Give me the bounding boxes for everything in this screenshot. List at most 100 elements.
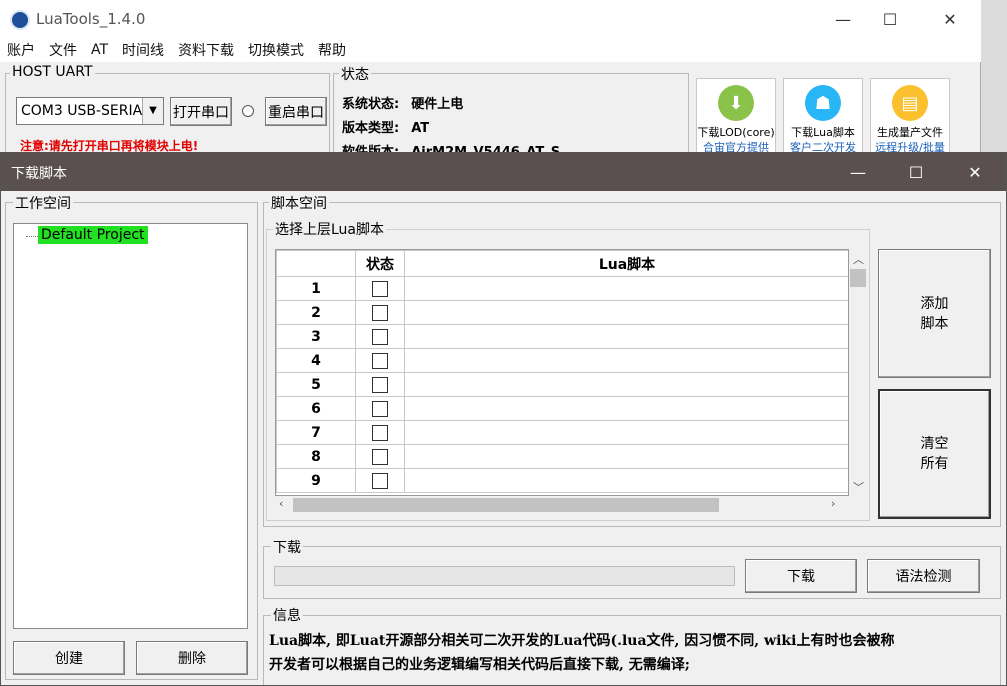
open-port-button[interactable]: 打开串口 — [170, 97, 232, 126]
status-label: 状态 — [339, 64, 371, 84]
restart-port-button[interactable]: 重启串口 — [265, 97, 327, 126]
script-grid[interactable]: 状态 Lua脚本 123456789 — [275, 249, 849, 496]
download-lua-button[interactable]: ☗ 下载Lua脚本 客户二次开发 — [783, 78, 863, 154]
download-arrow-icon: ⬇ — [718, 85, 754, 121]
row-status-cell — [355, 324, 405, 349]
table-row[interactable]: 6 — [276, 396, 848, 421]
download-lod-button[interactable]: ⬇ 下载LOD(core) 合宙官方提供 — [696, 78, 776, 154]
minimize-icon[interactable]: — — [820, 0, 866, 38]
status-key: 版本类型: — [342, 121, 400, 136]
row-script-cell[interactable] — [404, 300, 848, 325]
create-button[interactable]: 创建 — [13, 641, 125, 675]
menu-account[interactable]: 账户 — [0, 40, 42, 60]
row-number: 4 — [276, 348, 356, 373]
menu-timeline[interactable]: 时间线 — [115, 40, 171, 60]
info-text: Lua脚本, 即Luat开源部分相关可二次开发的Lua代码(.lua文件, 因习… — [269, 629, 997, 677]
scroll-down-icon[interactable]: ﹀ — [853, 479, 864, 495]
download-label: 下载 — [271, 537, 303, 557]
row-number: 9 — [276, 468, 356, 493]
table-row[interactable]: 2 — [276, 300, 848, 325]
horizontal-scroll-thumb[interactable] — [293, 498, 719, 512]
info-line-1: Lua脚本, 即Luat开源部分相关可二次开发的Lua代码(.lua文件, 因习… — [269, 633, 895, 649]
row-checkbox[interactable] — [372, 376, 388, 393]
row-checkbox[interactable] — [372, 400, 388, 417]
menu-at[interactable]: AT — [84, 42, 115, 58]
generate-production-button[interactable]: ▤ 生成量产文件 远程升级/批量 — [870, 78, 950, 154]
person-icon: ☗ — [805, 85, 841, 121]
menu-switch-mode[interactable]: 切换模式 — [241, 40, 311, 60]
vertical-scroll-thumb[interactable] — [850, 269, 866, 287]
horizontal-scrollbar[interactable]: ‹ › — [275, 496, 849, 513]
row-number: 3 — [276, 324, 356, 349]
row-checkbox[interactable] — [372, 352, 388, 369]
chevron-down-icon[interactable]: ▼ — [142, 98, 163, 124]
row-checkbox[interactable] — [372, 424, 388, 441]
row-script-cell[interactable] — [404, 396, 848, 421]
vertical-scrollbar[interactable]: ︿ ﹀ — [849, 249, 866, 496]
dialog-close-icon[interactable]: ✕ — [952, 153, 998, 191]
status-value: AT — [411, 121, 430, 136]
delete-button[interactable]: 删除 — [136, 641, 248, 675]
table-row[interactable]: 1 — [276, 276, 848, 301]
scroll-up-icon[interactable]: ︿ — [853, 251, 864, 267]
row-number: 7 — [276, 420, 356, 445]
syntax-check-button[interactable]: 语法检测 — [867, 559, 980, 593]
row-checkbox[interactable] — [372, 304, 388, 321]
download-button[interactable]: 下载 — [745, 559, 857, 593]
workspace-label: 工作空间 — [13, 193, 73, 213]
row-number: 5 — [276, 372, 356, 397]
table-row[interactable]: 8 — [276, 444, 848, 469]
row-checkbox[interactable] — [372, 280, 388, 297]
row-script-cell[interactable] — [404, 372, 848, 397]
column-header-script[interactable]: Lua脚本 — [404, 250, 848, 277]
dialog-maximize-icon[interactable]: ☐ — [893, 153, 939, 191]
menu-help[interactable]: 帮助 — [311, 40, 353, 60]
scroll-left-icon[interactable]: ‹ — [279, 497, 283, 510]
maximize-icon[interactable]: ☐ — [867, 0, 913, 38]
serial-port-select[interactable]: COM3 USB-SERIA ▼ — [16, 97, 164, 125]
row-checkbox[interactable] — [372, 448, 388, 465]
tree-node-project[interactable]: Default Project — [38, 226, 148, 244]
row-status-cell — [355, 372, 405, 397]
row-script-cell[interactable] — [404, 276, 848, 301]
table-row[interactable]: 9 — [276, 468, 848, 493]
dialog-minimize-icon[interactable]: — — [835, 153, 881, 191]
add-script-button[interactable]: 添加 脚本 — [878, 249, 991, 378]
menu-downloads[interactable]: 资料下载 — [171, 40, 241, 60]
row-checkbox[interactable] — [372, 328, 388, 345]
scroll-right-icon[interactable]: › — [831, 497, 835, 510]
table-row[interactable]: 4 — [276, 348, 848, 373]
row-checkbox[interactable] — [372, 472, 388, 489]
row-status-cell — [355, 468, 405, 493]
status-row-version-type: 版本类型: AT — [342, 117, 429, 136]
tool-label: 生成量产文件 — [877, 126, 943, 139]
menu-file[interactable]: 文件 — [42, 40, 84, 60]
table-row[interactable]: 7 — [276, 420, 848, 445]
row-number: 1 — [276, 276, 356, 301]
port-radio[interactable] — [242, 105, 254, 117]
row-status-cell — [355, 300, 405, 325]
row-status-cell — [355, 444, 405, 469]
table-row[interactable]: 3 — [276, 324, 848, 349]
table-row[interactable]: 5 — [276, 372, 848, 397]
status-key: 系统状态: — [342, 97, 400, 112]
row-script-cell[interactable] — [404, 348, 848, 373]
main-window: LuaTools_1.4.0 — ☐ ✕ 账户 文件 AT 时间线 资料下载 切… — [0, 0, 981, 160]
close-icon[interactable]: ✕ — [927, 0, 973, 38]
app-logo-icon — [10, 10, 30, 30]
row-script-cell[interactable] — [404, 324, 848, 349]
menu-bar: 账户 文件 AT 时间线 资料下载 切换模式 帮助 — [0, 38, 981, 62]
row-number: 6 — [276, 396, 356, 421]
clear-all-button[interactable]: 清空 所有 — [878, 389, 991, 519]
project-tree[interactable]: Default Project — [13, 223, 248, 629]
tree-connector — [26, 236, 38, 237]
tool-label: 下载LOD(core) — [697, 126, 775, 139]
row-script-cell[interactable] — [404, 444, 848, 469]
column-header-status[interactable]: 状态 — [355, 250, 405, 277]
main-title-bar: LuaTools_1.4.0 — ☐ ✕ — [0, 0, 981, 38]
row-script-cell[interactable] — [404, 468, 848, 493]
row-number: 8 — [276, 444, 356, 469]
row-script-cell[interactable] — [404, 420, 848, 445]
status-value: 硬件上电 — [411, 97, 464, 112]
host-uart-label: HOST UART — [10, 64, 95, 80]
